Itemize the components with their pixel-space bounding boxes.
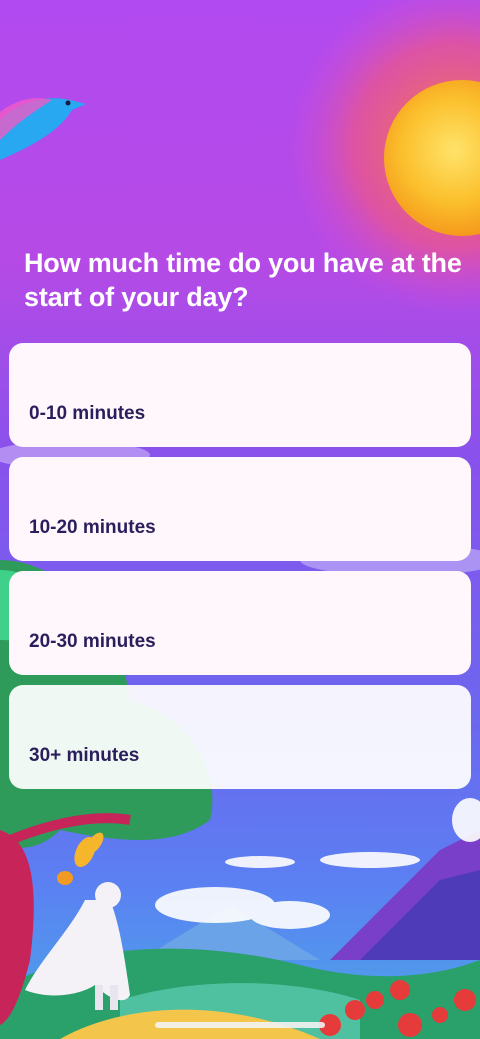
- home-indicator[interactable]: [155, 1022, 325, 1028]
- option-10-20-minutes[interactable]: 10-20 minutes: [9, 457, 471, 561]
- option-label: 0-10 minutes: [29, 403, 146, 424]
- option-label: 30+ minutes: [29, 745, 140, 766]
- question-title: How much time do you have at the start o…: [24, 248, 462, 312]
- option-label: 10-20 minutes: [29, 517, 156, 538]
- option-30-plus-minutes[interactable]: 30+ minutes: [9, 685, 471, 789]
- option-0-10-minutes[interactable]: 0-10 minutes: [9, 343, 471, 447]
- option-20-30-minutes[interactable]: 20-30 minutes: [9, 571, 471, 675]
- option-label: 20-30 minutes: [29, 631, 156, 652]
